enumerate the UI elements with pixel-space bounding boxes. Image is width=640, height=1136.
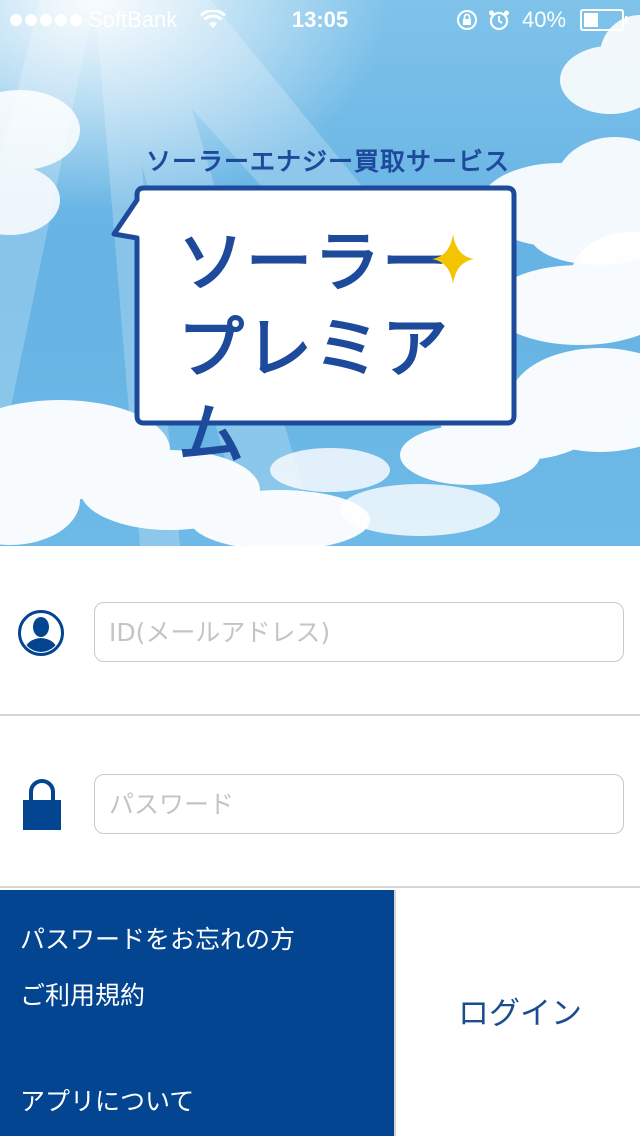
logo-title-line2: プレミアム (178, 310, 450, 473)
hero-banner: SoftBank 13:05 40% ソーラーエナジー買取サービス ソーラー プ… (0, 0, 640, 546)
forgot-password-link[interactable]: パスワードをお忘れの方 (20, 920, 295, 956)
links-panel: パスワードをお忘れの方 ご利用規約 アプリについて (0, 890, 394, 1136)
lock-icon (23, 779, 61, 830)
id-row (0, 546, 640, 716)
user-icon (18, 610, 64, 656)
login-button[interactable]: ログイン (396, 890, 640, 1136)
password-input[interactable] (94, 774, 624, 834)
about-app-link[interactable]: アプリについて (20, 1082, 194, 1118)
sparkle-icon (432, 234, 474, 284)
email-id-input[interactable] (94, 602, 624, 662)
login-panel: ログイン (394, 890, 640, 1136)
terms-link[interactable]: ご利用規約 (20, 976, 145, 1012)
password-row (0, 718, 640, 888)
